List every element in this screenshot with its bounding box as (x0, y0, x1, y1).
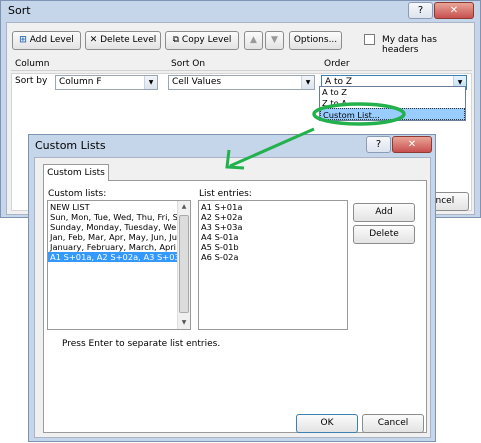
tab-custom-lists[interactable]: Custom Lists (43, 164, 109, 181)
highlight-ellipse (312, 102, 406, 126)
arrow-line (229, 127, 315, 168)
annotation-overlay (225, 102, 406, 170)
arrow-head-icon (225, 149, 245, 170)
